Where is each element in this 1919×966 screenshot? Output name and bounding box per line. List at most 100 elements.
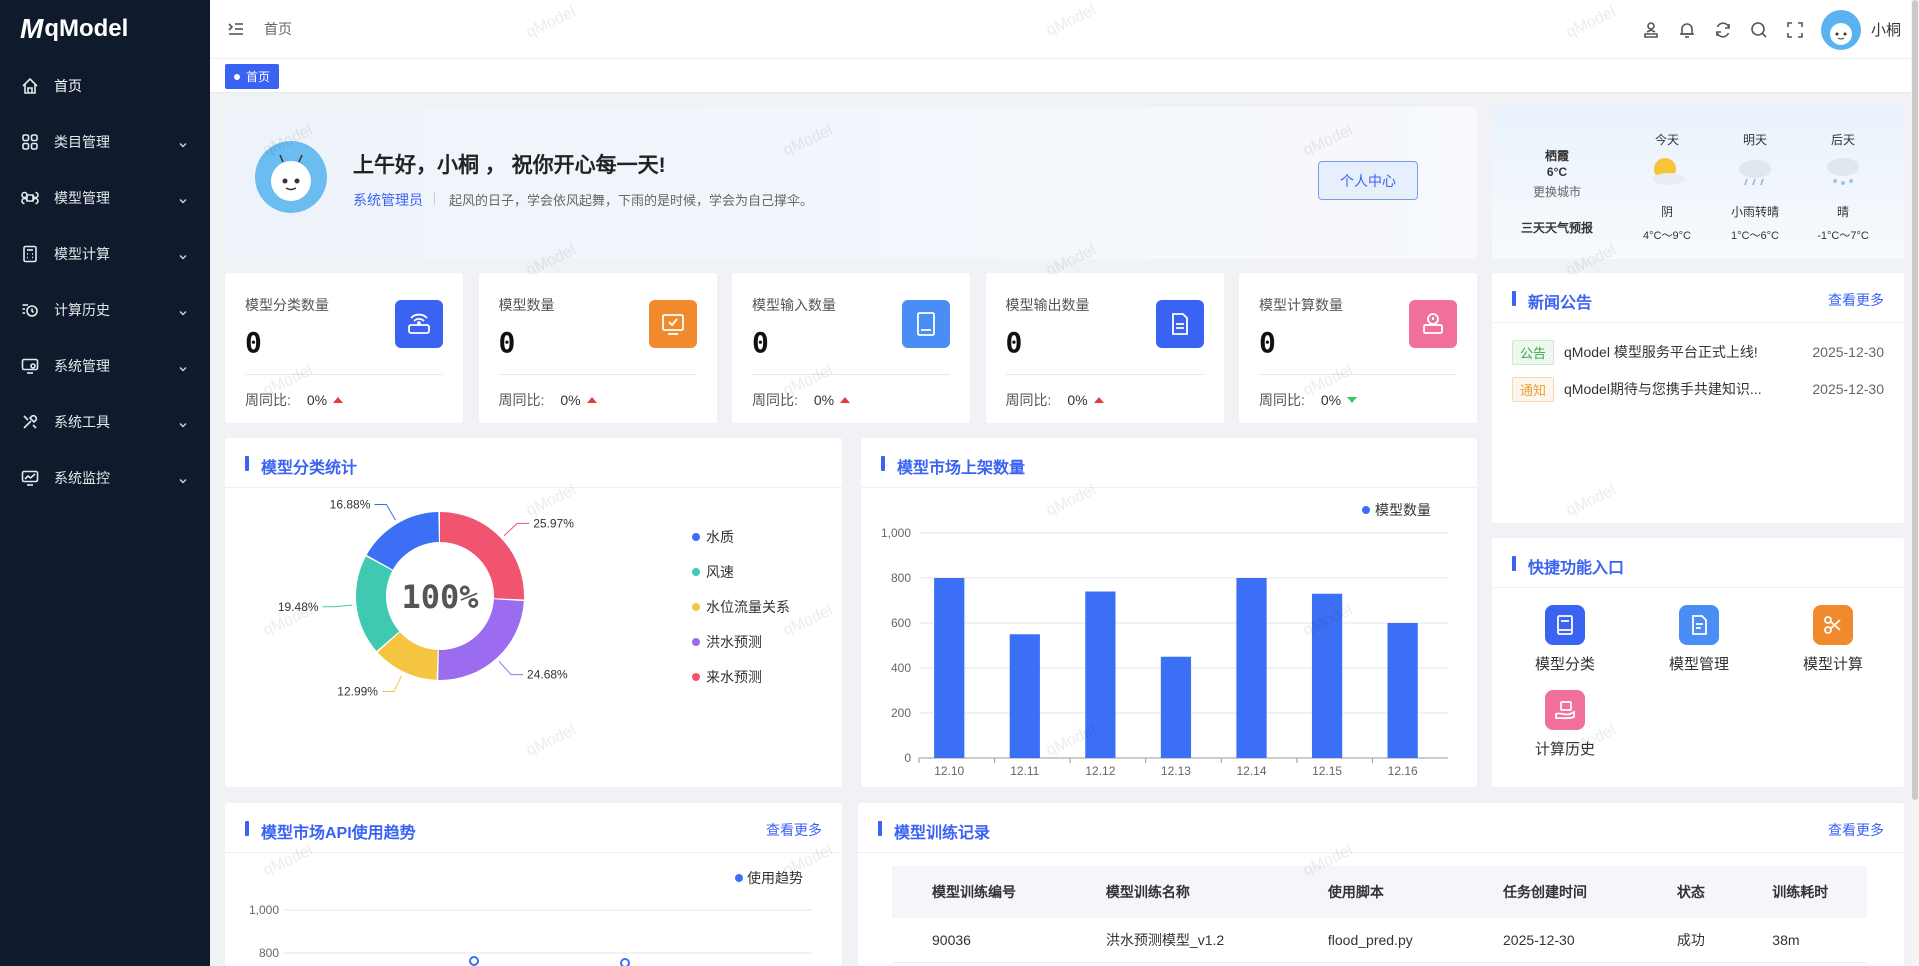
- line-point[interactable]: [469, 956, 479, 966]
- x-tick-label: 12.13: [1161, 764, 1191, 778]
- stat-card-input-count: 模型输入数量 0 周同比: 0%: [732, 273, 970, 423]
- news-text[interactable]: qModel 模型服务平台正式上线!: [1564, 342, 1792, 362]
- sidebar-item-label: 系统监控: [54, 470, 110, 486]
- table-header-row: 模型训练编号 模型训练名称 使用脚本 任务创建时间 状态 训练耗时: [892, 866, 1867, 918]
- logo[interactable]: M qModel: [0, 0, 210, 58]
- wow-label: 周同比:: [498, 392, 545, 408]
- tag-home[interactable]: 首页: [225, 64, 280, 89]
- divider: [1005, 374, 1204, 375]
- news-title: 新闻公告: [1528, 295, 1593, 312]
- sidebar-item-5[interactable]: 系统管理: [0, 338, 210, 394]
- sidebar-item-label: 计算历史: [54, 302, 110, 318]
- username[interactable]: 小桐: [1871, 19, 1901, 40]
- table-row[interactable]: 90036 洪水预测模型_v1.2 flood_pred.py 2025-12-30 成…: [892, 918, 1867, 963]
- table-cell: 38m: [1732, 918, 1867, 963]
- bar-12.14[interactable]: [1236, 578, 1267, 758]
- rain-cloud-icon: [1735, 153, 1775, 187]
- train-more-link[interactable]: 查看更多: [1828, 820, 1884, 840]
- stat-value: 0: [1005, 326, 1023, 359]
- wow-value: 0%: [1320, 392, 1342, 408]
- sidebar: M qModel 首页类目管理模型管理模型计算计算历史系统管理系统工具系统监控: [0, 0, 210, 966]
- train-title: 模型训练记录: [894, 825, 991, 842]
- sidebar-item-6[interactable]: 系统工具: [0, 394, 210, 450]
- bar-12.11[interactable]: [1009, 634, 1040, 758]
- quick-item[interactable]: 模型计算: [1783, 605, 1883, 674]
- monitor-check-icon: [648, 300, 697, 348]
- legend-label: 风速: [706, 564, 734, 580]
- sidebar-item-4[interactable]: 计算历史: [0, 282, 210, 338]
- wow-label: 周同比:: [752, 392, 798, 408]
- bar-12.15[interactable]: [1311, 593, 1343, 758]
- news-more-link[interactable]: 查看更多: [1828, 290, 1884, 310]
- breadcrumb[interactable]: 首页: [264, 19, 292, 39]
- sidebar-item-3[interactable]: 模型计算: [0, 226, 210, 282]
- y-tick-label: 800: [891, 571, 911, 585]
- personal-center-button[interactable]: 个人中心: [1318, 161, 1418, 200]
- user-avatar[interactable]: [1820, 9, 1861, 50]
- news-text[interactable]: qModel期待与您携手共建知识...: [1564, 379, 1792, 399]
- quick-header: 快捷功能入口: [1492, 538, 1904, 588]
- refresh-icon[interactable]: [1713, 20, 1733, 40]
- quick-item[interactable]: 模型分类: [1515, 605, 1615, 674]
- pie-label-line: [503, 522, 530, 537]
- sidebar-item-0[interactable]: 首页: [0, 58, 210, 114]
- legend-item[interactable]: 水位流量关系: [692, 597, 790, 617]
- news-item[interactable]: 通知 qModel期待与您携手共建知识... 2025-12-30: [1512, 376, 1884, 402]
- command-icon: [20, 188, 40, 208]
- trend-up-icon: [1093, 397, 1104, 403]
- sidebar-item-label: 模型计算: [54, 246, 110, 262]
- quick-item[interactable]: 模型管理: [1649, 605, 1749, 674]
- legend-item[interactable]: 洪水预测: [692, 632, 762, 652]
- legend-label[interactable]: 使用趋势: [747, 870, 803, 886]
- bar-12.12[interactable]: [1085, 591, 1116, 759]
- table-cell: flood_pred.py: [1287, 918, 1463, 963]
- legend-label[interactable]: 模型数量: [1375, 502, 1431, 518]
- user-upload-icon[interactable]: [1641, 20, 1661, 40]
- legend-item[interactable]: 风速: [692, 562, 734, 582]
- sidebar-item-label: 系统管理: [54, 358, 110, 374]
- bar-12.10[interactable]: [934, 578, 965, 758]
- stat-title: 模型输出数量: [1005, 297, 1090, 313]
- wow-value: 0%: [306, 392, 328, 408]
- bar-12.13[interactable]: [1160, 656, 1192, 758]
- pie-slice-风速[interactable]: [356, 556, 400, 651]
- table-cell: 2025-12-30: [1463, 918, 1637, 963]
- quick-item[interactable]: 计算历史: [1515, 690, 1615, 759]
- api-more-link[interactable]: 查看更多: [766, 820, 822, 840]
- x-tick-label: 12.10: [934, 764, 964, 778]
- page-scrollbar[interactable]: [1911, 0, 1919, 966]
- training-id-link[interactable]: 90036: [892, 918, 1066, 963]
- legend-item[interactable]: 水质: [692, 527, 734, 547]
- stat-footer: 周同比: 0%: [1006, 390, 1104, 410]
- section-marker: [245, 821, 249, 836]
- tools-icon: [20, 412, 40, 432]
- news-item[interactable]: 公告 qModel 模型服务平台正式上线! 2025-12-30: [1512, 339, 1884, 365]
- sidebar-collapse-icon[interactable]: [226, 19, 246, 39]
- bar-12.16[interactable]: [1387, 623, 1418, 758]
- home-icon: [20, 76, 40, 96]
- x-tick-label: 12.11: [1010, 764, 1039, 778]
- sidebar-item-label: 类目管理: [54, 134, 110, 150]
- scrollbar-thumb[interactable]: [1912, 0, 1918, 800]
- search-icon[interactable]: [1749, 20, 1769, 40]
- bell-icon[interactable]: [1677, 20, 1697, 40]
- sidebar-item-2[interactable]: 模型管理: [0, 170, 210, 226]
- scissors-icon: [1813, 605, 1853, 645]
- legend-item[interactable]: 来水预测: [692, 667, 762, 687]
- legend-dot: [735, 874, 743, 882]
- pie-data-label: 16.88%: [330, 498, 371, 512]
- weather-day-range: -1°C～7°C: [1817, 230, 1869, 242]
- change-city-link[interactable]: 更换城市: [1492, 183, 1622, 200]
- training-records-card: 模型训练记录 查看更多 模型训练编号 模型训练名称 使用脚本 任务创建时间 状态 训练耗时…: [858, 803, 1904, 966]
- sidebar-item-1[interactable]: 类目管理: [0, 114, 210, 170]
- pie-label-line: [498, 660, 524, 676]
- fullscreen-icon[interactable]: [1785, 20, 1805, 40]
- quick-item-label: 模型计算: [1802, 656, 1863, 673]
- sidebar-item-7[interactable]: 系统监控: [0, 450, 210, 506]
- section-marker: [881, 456, 885, 471]
- category-stats-card: 模型分类统计 25.97% 24.68% 12.99% 19.48% 16.88% 100…: [225, 438, 842, 787]
- line-point[interactable]: [620, 958, 630, 966]
- y-tick-label: 400: [891, 661, 911, 675]
- weather-day-label: 后天: [1830, 133, 1855, 147]
- pie-slice-水质[interactable]: [366, 512, 439, 570]
